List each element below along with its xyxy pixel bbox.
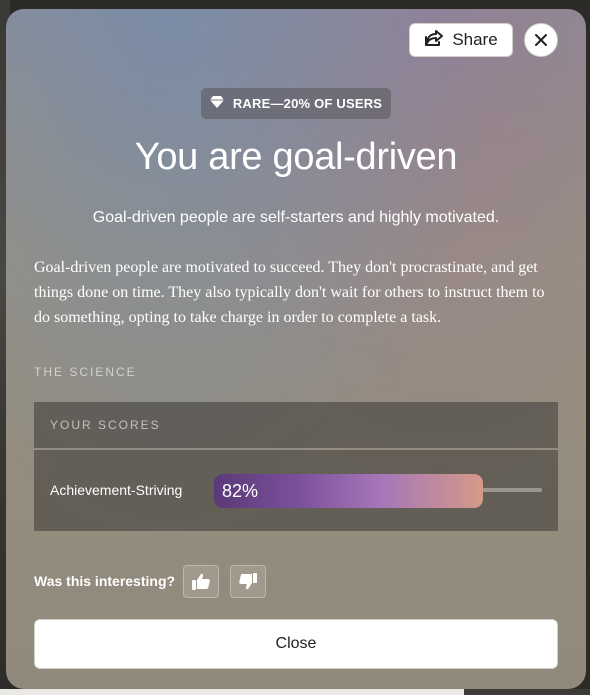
share-label: Share <box>452 30 498 49</box>
diamond-icon <box>209 96 224 111</box>
score-row: Achievement-Striving 82% <box>34 450 558 531</box>
rarity-badge: RARE—20% OF USERS <box>201 88 391 119</box>
backdrop-bottom-strip <box>0 689 464 695</box>
close-icon <box>535 34 547 46</box>
share-icon <box>424 29 444 52</box>
score-value: 82% <box>222 480 259 501</box>
share-button[interactable]: Share <box>409 23 513 57</box>
score-bar-fill: 82% <box>214 474 483 508</box>
close-icon-button[interactable] <box>524 23 558 57</box>
thumbs-down-button[interactable] <box>230 565 266 598</box>
thumbs-up-button[interactable] <box>183 565 219 598</box>
result-modal: Share RARE—20% OF USERS You are goal-dri… <box>6 9 586 689</box>
result-description: Goal-driven people are motivated to succ… <box>34 259 545 326</box>
scores-header: YOUR SCORES <box>34 402 558 448</box>
thumbs-down-icon <box>239 573 257 590</box>
result-title: You are goal-driven <box>134 136 458 178</box>
trait-label: Achievement-Striving <box>50 482 183 498</box>
thumbs-up-icon <box>192 573 210 590</box>
close-button[interactable]: Close <box>34 619 558 669</box>
rarity-label: RARE—20% OF USERS <box>232 96 383 111</box>
science-section-label: THE SCIENCE <box>34 365 137 379</box>
result-subtitle: Goal-driven people are self-starters and… <box>92 209 500 226</box>
feedback-question: Was this interesting? <box>34 573 176 589</box>
